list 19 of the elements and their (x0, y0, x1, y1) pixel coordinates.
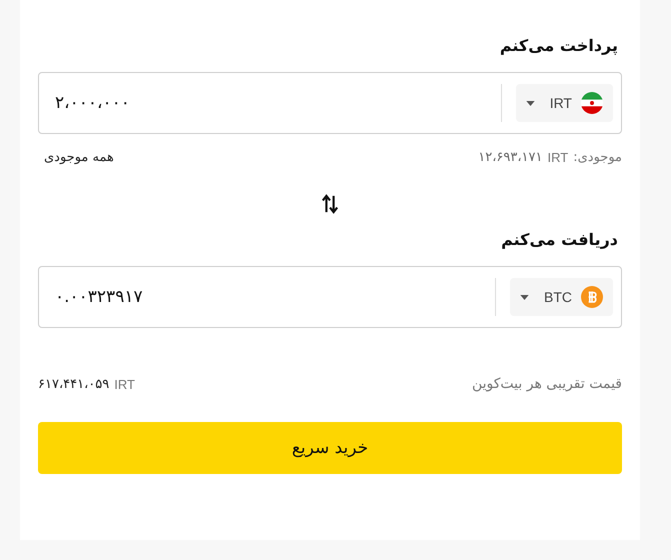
caret-icon (526, 100, 535, 106)
swap-icon[interactable] (321, 194, 339, 214)
currency-selector[interactable]: BTC (510, 278, 613, 316)
caret-icon (520, 294, 529, 300)
quick-buy-button[interactable]: خرید سریع (38, 422, 622, 474)
currency-selector[interactable]: IRT (516, 84, 613, 122)
balance-currency: IRT (548, 150, 568, 164)
rate-currency: IRT (114, 376, 135, 392)
balance-label: موجودی: (573, 150, 622, 164)
rate-label: قیمت تقریبی هر بیت‌کوین (472, 376, 622, 392)
balance-value: ۱۲،۶۹۳،۱۷۱ (478, 150, 542, 164)
section-heading: دریافت می‌کنم (500, 230, 619, 251)
rate-value: ۶۱۷،۴۴۱،۰۵۹ (38, 376, 110, 392)
section-heading: پرداخت می‌کنم (498, 36, 619, 57)
flag-icon (581, 92, 603, 114)
amount-input[interactable]: ۰.۰۰۳۲۳۹۱۷ (47, 287, 485, 307)
coin-icon (581, 286, 603, 308)
amount-input[interactable]: ۲،۰۰۰،۰۰۰ (47, 93, 491, 113)
all-balance-link[interactable]: همه موجودی (44, 150, 114, 164)
